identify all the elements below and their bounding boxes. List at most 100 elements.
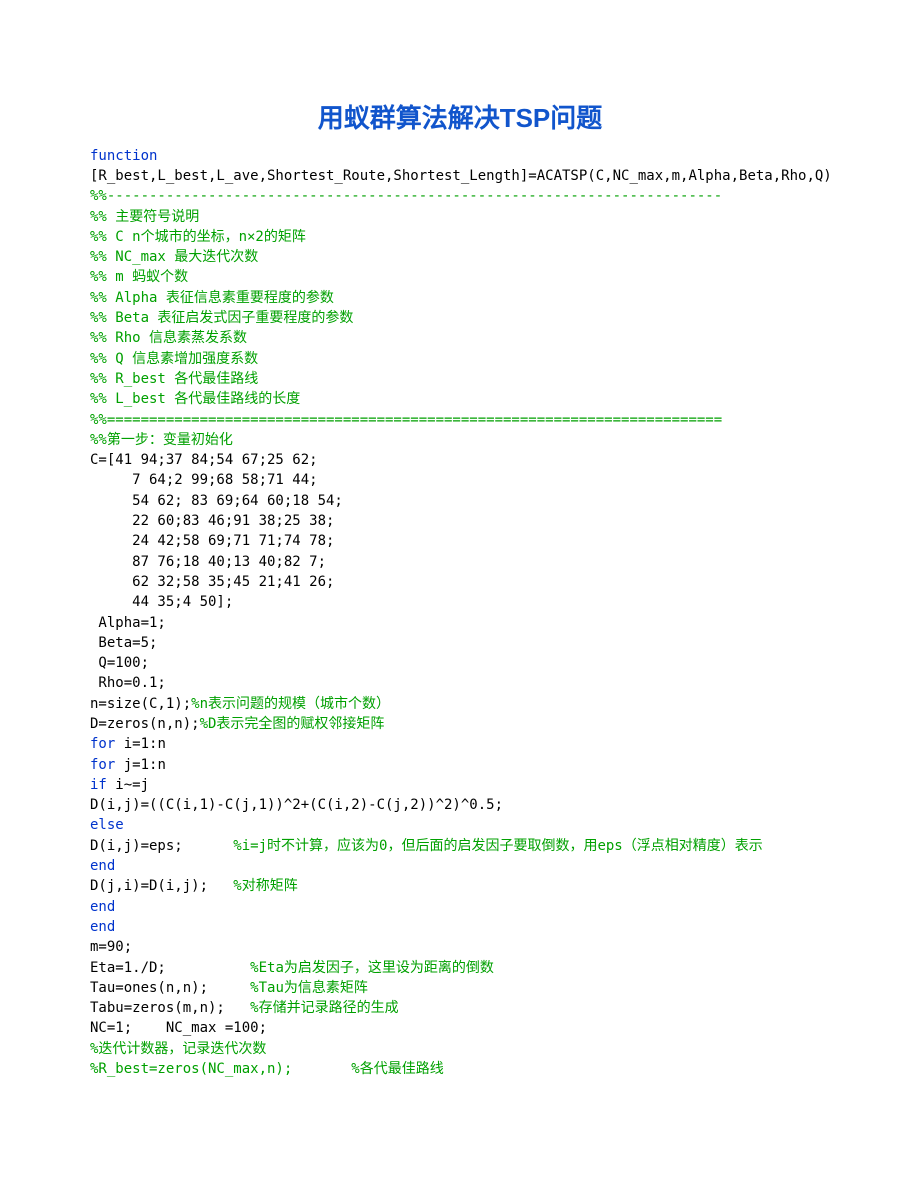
comment: %对称矩阵 [233, 878, 297, 894]
code-line: D=zeros(n,n);%D表示完全图的赋权邻接矩阵 [90, 714, 830, 734]
comment: %% L_best 各代最佳路线的长度 [90, 391, 300, 407]
keyword: function [90, 148, 157, 164]
code-line: 22 60;83 46;91 38;25 38; [90, 511, 830, 531]
code-text: 54 62; 83 69;64 60;18 54; [90, 493, 343, 509]
code-text: D(i,j)=((C(i,1)-C(j,1))^2+(C(i,2)-C(j,2)… [90, 797, 503, 813]
code-line: Eta=1./D; %Eta为启发因子，这里设为距离的倒数 [90, 958, 830, 978]
comment: %Eta为启发因子，这里设为距离的倒数 [250, 960, 494, 976]
code-text: 24 42;58 69;71 71;74 78; [90, 533, 334, 549]
keyword: end [90, 899, 115, 915]
code-line: %% Beta 表征启发式因子重要程度的参数 [90, 308, 830, 328]
comment: %% NC_max 最大迭代次数 [90, 249, 258, 265]
keyword: if [90, 777, 107, 793]
code-line: %% Alpha 表征信息素重要程度的参数 [90, 288, 830, 308]
code-line: %迭代计数器，记录迭代次数 [90, 1039, 830, 1059]
keyword: else [90, 817, 124, 833]
code-block: function [R_best,L_best,L_ave,Shortest_Ro… [90, 146, 830, 1080]
code-line: 54 62; 83 69;64 60;18 54; [90, 491, 830, 511]
code-text: NC=1; NC_max =100; [90, 1020, 267, 1036]
comment: %n表示问题的规模（城市个数） [191, 696, 390, 712]
comment: %% Rho 信息素蒸发系数 [90, 330, 247, 346]
code-text: 87 76;18 40;13 40;82 7; [90, 554, 326, 570]
code-text: Rho=0.1; [90, 675, 166, 691]
code-line: Tabu=zeros(m,n); %存储并记录路径的生成 [90, 998, 830, 1018]
code-text: D(i,j)=eps; [90, 838, 233, 854]
comment: %存储并记录路径的生成 [250, 1000, 398, 1016]
comment: %i=j时不计算，应该为0，但后面的启发因子要取倒数，用eps（浮点相对精度）表… [233, 838, 762, 854]
keyword: for [90, 757, 115, 773]
code-text: Beta=5; [90, 635, 157, 651]
code-line: %% NC_max 最大迭代次数 [90, 247, 830, 267]
comment: %% C n个城市的坐标，n×2的矩阵 [90, 229, 306, 245]
code-line: %% L_best 各代最佳路线的长度 [90, 389, 830, 409]
code-line: function [90, 146, 830, 166]
code-line: 62 32;58 35;45 21;41 26; [90, 572, 830, 592]
code-text: j=1:n [115, 757, 166, 773]
keyword: for [90, 736, 115, 752]
comment: %% 主要符号说明 [90, 209, 199, 225]
code-line: end [90, 897, 830, 917]
comment: %%--------------------------------------… [90, 188, 722, 204]
code-line: [R_best,L_best,L_ave,Shortest_Route,Shor… [90, 166, 830, 186]
comment: %迭代计数器，记录迭代次数 [90, 1041, 266, 1057]
page-title: 用蚁群算法解决TSP问题 [90, 100, 830, 138]
comment: %%======================================… [90, 412, 722, 428]
code-line: end [90, 917, 830, 937]
code-line: Rho=0.1; [90, 673, 830, 693]
code-text: D=zeros(n,n); [90, 716, 200, 732]
code-line: %R_best=zeros(NC_max,n); %各代最佳路线 [90, 1059, 830, 1079]
keyword: end [90, 919, 115, 935]
code-line: D(i,j)=eps; %i=j时不计算，应该为0，但后面的启发因子要取倒数，用… [90, 836, 830, 856]
code-line: for j=1:n [90, 755, 830, 775]
code-text: i=1:n [115, 736, 166, 752]
code-line: m=90; [90, 937, 830, 957]
code-line: %% m 蚂蚁个数 [90, 267, 830, 287]
code-line: Alpha=1; [90, 613, 830, 633]
code-text: [R_best,L_best,L_ave,Shortest_Route,Shor… [90, 168, 832, 184]
code-line: 44 35;4 50]; [90, 592, 830, 612]
code-text: Tau=ones(n,n); [90, 980, 250, 996]
code-text: n=size(C,1); [90, 696, 191, 712]
code-text: D(j,i)=D(i,j); [90, 878, 233, 894]
code-line: D(j,i)=D(i,j); %对称矩阵 [90, 876, 830, 896]
code-line: n=size(C,1);%n表示问题的规模（城市个数） [90, 694, 830, 714]
code-text: Eta=1./D; [90, 960, 250, 976]
comment: %% Alpha 表征信息素重要程度的参数 [90, 290, 334, 306]
code-text: 22 60;83 46;91 38;25 38; [90, 513, 334, 529]
code-text: Q=100; [90, 655, 149, 671]
code-line: %% C n个城市的坐标，n×2的矩阵 [90, 227, 830, 247]
code-line: Q=100; [90, 653, 830, 673]
code-line: C=[41 94;37 84;54 67;25 62; [90, 450, 830, 470]
code-line: Beta=5; [90, 633, 830, 653]
code-text: 62 32;58 35;45 21;41 26; [90, 574, 334, 590]
code-line: if i~=j [90, 775, 830, 795]
comment: %Tau为信息素矩阵 [250, 980, 368, 996]
comment: %R_best=zeros(NC_max,n); %各代最佳路线 [90, 1061, 444, 1077]
code-line: %% Q 信息素增加强度系数 [90, 349, 830, 369]
code-text: C=[41 94;37 84;54 67;25 62; [90, 452, 318, 468]
comment: %% Q 信息素增加强度系数 [90, 351, 258, 367]
code-line: 87 76;18 40;13 40;82 7; [90, 552, 830, 572]
code-line: else [90, 815, 830, 835]
code-line: %% 主要符号说明 [90, 207, 830, 227]
comment: %% Beta 表征启发式因子重要程度的参数 [90, 310, 353, 326]
code-line: end [90, 856, 830, 876]
code-text: m=90; [90, 939, 132, 955]
code-line: %% Rho 信息素蒸发系数 [90, 328, 830, 348]
comment: %%第一步：变量初始化 [90, 432, 233, 448]
comment: %% R_best 各代最佳路线 [90, 371, 258, 387]
code-text: 7 64;2 99;68 58;71 44; [90, 472, 318, 488]
code-line: 24 42;58 69;71 71;74 78; [90, 531, 830, 551]
keyword: end [90, 858, 115, 874]
code-text: i~=j [107, 777, 149, 793]
code-line: NC=1; NC_max =100; [90, 1018, 830, 1038]
code-line: %% R_best 各代最佳路线 [90, 369, 830, 389]
code-line: 7 64;2 99;68 58;71 44; [90, 470, 830, 490]
comment: %% m 蚂蚁个数 [90, 269, 188, 285]
code-line: for i=1:n [90, 734, 830, 754]
code-text: 44 35;4 50]; [90, 594, 233, 610]
code-text: Tabu=zeros(m,n); [90, 1000, 250, 1016]
comment: %D表示完全图的赋权邻接矩阵 [200, 716, 385, 732]
code-line: D(i,j)=((C(i,1)-C(j,1))^2+(C(i,2)-C(j,2)… [90, 795, 830, 815]
code-line: %%======================================… [90, 410, 830, 430]
